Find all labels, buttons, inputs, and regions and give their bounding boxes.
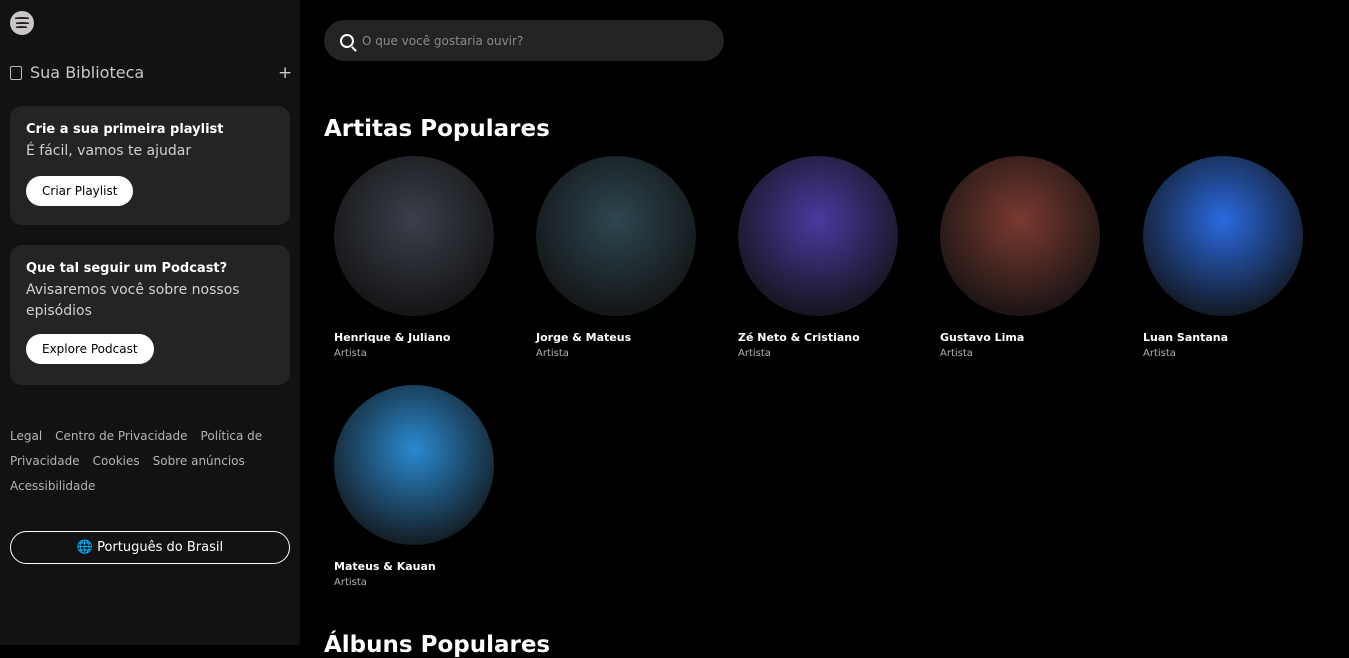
artist-card[interactable]: Jorge & Mateus Artista (536, 156, 706, 359)
artist-photo (940, 156, 1100, 316)
search-icon (340, 33, 354, 48)
explore-podcast-button[interactable]: Explore Podcast (26, 334, 154, 364)
artist-name: Zé Neto & Cristiano (738, 331, 860, 344)
artist-card[interactable]: Zé Neto & Cristiano Artista (738, 156, 908, 359)
search-bar[interactable] (324, 20, 724, 61)
artist-card[interactable]: Luan Santana Artista (1143, 156, 1313, 359)
artist-name: Mateus & Kauan (334, 560, 436, 573)
language-button[interactable]: 🌐 Português do Brasil (10, 531, 290, 564)
podcast-card: Que tal seguir um Podcast? Avisaremos vo… (10, 245, 290, 385)
artist-photo (536, 156, 696, 316)
link-ads[interactable]: Sobre anúncios (153, 454, 245, 468)
artist-name: Henrique & Juliano (334, 331, 451, 344)
link-accessibility[interactable]: Acessibilidade (10, 479, 95, 493)
link-privacy-center[interactable]: Centro de Privacidade (55, 429, 187, 443)
library-header[interactable]: Sua Biblioteca (10, 63, 144, 82)
artist-role: Artista (536, 348, 569, 359)
library-icon (10, 65, 22, 80)
create-playlist-button[interactable]: Criar Playlist (26, 176, 134, 206)
artist-role: Artista (940, 348, 973, 359)
artist-card[interactable]: Henrique & Juliano Artista (334, 156, 504, 359)
artist-role: Artista (334, 348, 367, 359)
globe-icon: 🌐 (76, 540, 94, 555)
artist-card[interactable]: Gustavo Lima Artista (940, 156, 1110, 359)
footer-links: Legal Centro de Privacidade Política de Pr… (10, 424, 290, 499)
artist-card[interactable]: Mateus & Kauan Artista (334, 385, 504, 588)
link-legal[interactable]: Legal (10, 429, 42, 443)
artist-role: Artista (1143, 348, 1176, 359)
sidebar: Sua Biblioteca + Crie a sua primeira pla… (0, 0, 300, 645)
card-text: É fácil, vamos te ajudar (26, 143, 192, 159)
artist-photo (334, 385, 494, 545)
language-label: Português do Brasil (97, 540, 224, 555)
add-icon[interactable]: + (278, 63, 292, 83)
artist-photo (1143, 156, 1303, 316)
artist-role: Artista (334, 577, 367, 588)
artist-name: Luan Santana (1143, 331, 1229, 344)
link-cookies[interactable]: Cookies (93, 454, 140, 468)
artist-photo (738, 156, 898, 316)
card-title: Que tal seguir um Podcast? (26, 261, 228, 276)
section-title-albums: Álbuns Populares (324, 632, 551, 658)
section-title-artists: Artitas Populares (324, 116, 550, 142)
card-title: Crie a sua primeira playlist (26, 122, 224, 137)
artist-photo (334, 156, 494, 316)
card-text: Avisaremos você sobre nossos episódios (26, 282, 240, 319)
artist-name: Jorge & Mateus (536, 331, 632, 344)
artist-role: Artista (738, 348, 771, 359)
library-title: Sua Biblioteca (30, 63, 145, 82)
search-input[interactable] (362, 33, 692, 48)
artist-name: Gustavo Lima (940, 331, 1025, 344)
spotify-logo-icon[interactable] (10, 11, 34, 35)
create-playlist-card: Crie a sua primeira playlist É fácil, va… (10, 106, 290, 225)
